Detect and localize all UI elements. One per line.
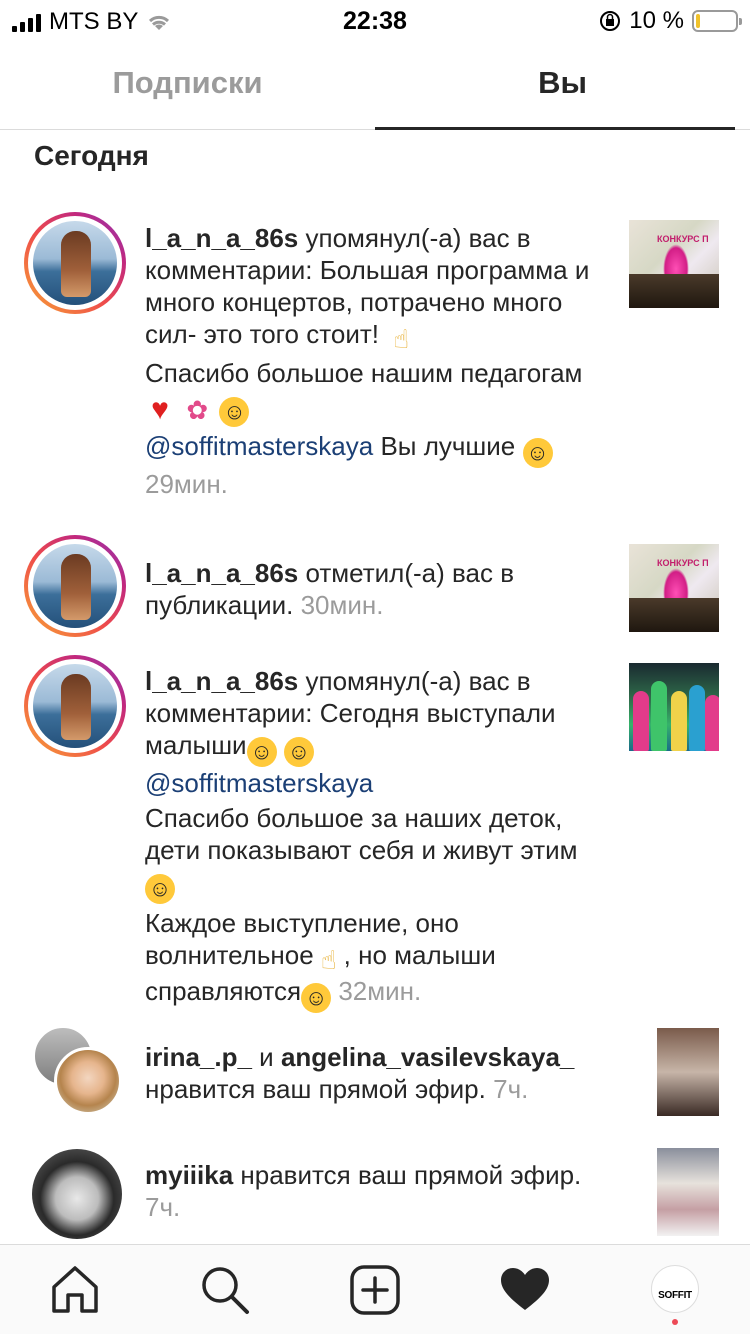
search-icon[interactable] [198, 1263, 252, 1317]
wink-emoji-icon: ☺ [145, 874, 175, 904]
notification-text: myiiika нравится ваш прямой эфир. 7ч. [145, 1159, 605, 1226]
notification-text: l_a_n_a_86s упомянул(-а) вас в комментар… [145, 665, 605, 1016]
thumbnail-banner-text: КОНКУРС П [657, 558, 709, 568]
pointing-finger-emoji-icon: ☝ [393, 324, 410, 354]
hugging-emoji-icon: ☺ [246, 737, 277, 767]
smile-emoji-icon: ☺ [522, 438, 553, 468]
mention-link[interactable]: @soffitmasterskaya [145, 431, 373, 461]
post-thumbnail[interactable]: КОНКУРС П [629, 544, 719, 632]
notification-text: irina_.p_ и angelina_vasilevskaya_ нрави… [145, 1041, 605, 1108]
activity-heart-icon[interactable] [498, 1263, 552, 1317]
username[interactable]: irina_.p_ [145, 1042, 252, 1072]
kiss-emoji-icon: ☺ [301, 983, 332, 1013]
avatar[interactable] [54, 1047, 122, 1115]
notification-action: нравится ваш прямой эфир. [145, 1074, 486, 1104]
notification-text: l_a_n_a_86s упомянул(-а) вас в комментар… [145, 222, 605, 503]
profile-avatar-button[interactable]: SOFFIT [651, 1265, 699, 1313]
notification-action: нравится ваш прямой эфир. [240, 1160, 582, 1190]
timestamp: 7ч. [493, 1074, 529, 1104]
timestamp: 30мин. [300, 590, 384, 620]
status-right: 10 % [599, 7, 742, 35]
bouquet-emoji-icon: ✿ [186, 395, 209, 425]
bottom-nav: SOFFIT [0, 1244, 750, 1334]
timestamp: 32мин. [338, 976, 422, 1006]
tab-following[interactable]: Подписки [0, 40, 375, 130]
new-post-icon[interactable] [348, 1263, 402, 1317]
battery-icon [692, 10, 742, 32]
username[interactable]: angelina_vasilevskaya_ [281, 1042, 574, 1072]
wink-emoji-icon: ☺ [283, 737, 314, 767]
thumbnail-banner-text: КОНКУРС П [657, 234, 709, 244]
battery-percent: 10 % [629, 7, 684, 34]
section-title-today: Сегодня [34, 140, 149, 171]
notification-dot [672, 1319, 678, 1325]
comment-line: Спасибо большое за наших деток, дети пок… [145, 803, 578, 865]
post-thumbnail[interactable] [629, 663, 719, 751]
joiner-text: и [259, 1042, 274, 1072]
live-thumbnail[interactable] [657, 1028, 719, 1116]
notification-text: l_a_n_a_86s отметил(-а) вас в публикации… [145, 557, 605, 624]
username[interactable]: l_a_n_a_86s [145, 558, 298, 588]
username[interactable]: myiiika [145, 1160, 233, 1190]
comment-line: Спасибо большое нашим педагогам [145, 358, 583, 388]
tab-you[interactable]: Вы [375, 40, 750, 130]
active-tab-indicator [375, 127, 735, 130]
orientation-lock-icon [600, 11, 621, 31]
activity-tabs: Подписки Вы [0, 40, 750, 130]
live-thumbnail[interactable] [657, 1148, 719, 1236]
post-thumbnail[interactable]: КОНКУРС П [629, 220, 719, 308]
profile-logo-text: SOFFIT [658, 1290, 692, 1301]
avatar[interactable] [32, 1149, 122, 1239]
heart-emoji-icon: ♥ [151, 393, 169, 426]
timestamp: 29мин. [145, 469, 228, 499]
home-icon[interactable] [48, 1263, 102, 1317]
pointing-finger-emoji-icon: ☝ [320, 945, 337, 975]
mention-link[interactable]: @soffitmasterskaya [145, 768, 373, 798]
avatar[interactable] [24, 212, 126, 314]
username[interactable]: l_a_n_a_86s [145, 666, 298, 696]
comment-line: Вы лучшие [380, 431, 516, 461]
username[interactable]: l_a_n_a_86s [145, 223, 298, 253]
status-bar: MTS BY 22:38 10 % [0, 0, 750, 40]
avatar[interactable] [24, 535, 126, 637]
avatar[interactable] [24, 655, 126, 757]
hugging-emoji-icon: ☺ [219, 397, 250, 427]
timestamp: 7ч. [145, 1192, 181, 1222]
